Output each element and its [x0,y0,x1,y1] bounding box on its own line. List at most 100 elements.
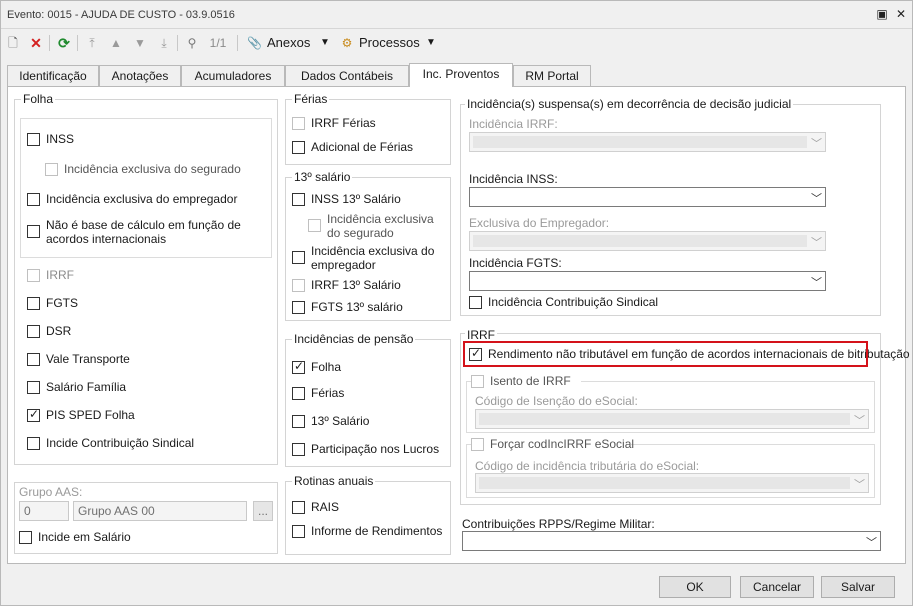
isento-checkbox[interactable]: Isento de IRRF [471,374,581,390]
previous-record-icon[interactable]: ▲ [107,33,125,53]
grupo-aas-group: Grupo AAS: 0 Grupo AAS 00 ... Incide em … [14,482,278,554]
fgts-checkbox[interactable]: FGTS [27,296,227,312]
rpps-dropdown[interactable]: ﹀ [462,531,881,551]
judicial-group: Incidência(s) suspensa(s) em decorrência… [460,97,881,316]
irrf-title: IRRF [465,328,497,342]
rotinas-title: Rotinas anuais [292,474,376,488]
ferias-title: Férias [292,92,330,106]
forcar-checkbox[interactable]: Forçar codIncIRRF eSocial [471,437,634,453]
chevron-down-icon: ﹀ [854,415,865,427]
vale-transporte-checkbox[interactable]: Vale Transporte [27,352,227,368]
inss-13-checkbox[interactable]: INSS 13º Salário [292,192,442,208]
pensao-folha-checkbox[interactable]: Folha [292,359,442,376]
isento-subgroup: Isento de IRRF Código de Isenção do eSoc… [466,374,875,433]
fgts-13-checkbox[interactable]: FGTS 13º salário [292,300,442,316]
incide-contrib-sindical-checkbox[interactable]: Incide Contribuição Sindical [27,436,247,452]
irrf-ferias-checkbox[interactable]: IRRF Férias [292,116,442,132]
folha-group: Folha INSS Incidência exclusiva do segur… [14,92,278,465]
tab-inc-proventos[interactable]: Inc. Proventos [409,63,513,87]
tab-identificacao[interactable]: Identificação [7,65,99,87]
dsr-checkbox[interactable]: DSR [27,324,227,340]
decimo-inc-excl-segurado-checkbox[interactable]: Incidência exclusiva do segurado [308,212,448,242]
binoculars-icon[interactable]: ⚲ [183,33,201,53]
inc-exclusiva-segurado-checkbox[interactable]: Incidência exclusiva do segurado [45,162,265,178]
pis-sped-checkbox[interactable]: PIS SPED Folha [27,407,227,424]
chevron-down-icon: ﹀ [854,479,865,491]
decimo-title: 13º salário [292,170,353,184]
inc-inss-dropdown[interactable]: ﹀ [469,187,826,207]
chevron-down-icon: ﹀ [811,193,822,205]
forcar-subgroup: Forçar codIncIRRF eSocial Código de inci… [466,437,875,498]
paperclip-icon: 📎 [247,36,262,50]
grupo-aas-lookup-button[interactable]: ... [253,501,273,521]
inc-irrf-label: Incidência IRRF: [469,117,558,131]
folha-title: Folha [21,92,56,106]
rais-checkbox[interactable]: RAIS [292,500,442,516]
next-record-icon[interactable]: ▼ [131,33,149,53]
tab-dados-contabeis[interactable]: Dados Contábeis [285,65,409,87]
restore-icon[interactable]: ▣ [874,6,890,22]
pensao-ferias-checkbox[interactable]: Férias [292,386,442,402]
judicial-title: Incidência(s) suspensa(s) em decorrência… [465,97,794,111]
inc-inss-label: Incidência INSS: [469,172,558,186]
cod-isencao-label: Código de Isenção do eSocial: [475,394,638,408]
gears-icon: ⚙ [341,36,353,50]
first-record-icon[interactable]: ⤒ [83,33,101,53]
rpps-label: Contribuições RPPS/Regime Militar: [462,517,655,531]
highlight-box [463,341,868,367]
chevron-down-icon[interactable]: ▼ [425,33,437,53]
pensao-decimo-checkbox[interactable]: 13º Salário [292,414,442,430]
salario-familia-checkbox[interactable]: Salário Família [27,380,227,396]
save-button[interactable]: Salvar [821,576,895,598]
tab-anotacoes[interactable]: Anotações [99,65,181,87]
tab-rm-portal[interactable]: RM Portal [513,65,591,87]
inc-fgts-label: Incidência FGTS: [469,256,562,270]
informe-rendimentos-checkbox[interactable]: Informe de Rendimentos [292,524,448,540]
excl-empregador-label: Exclusiva do Empregador: [469,216,610,230]
toolbar: 🗋 ✕ ⟳ ⤒ ▲ ▼ ⤓ ⚲ 1/1 📎 Anexos ▼ ⚙ Process… [1,29,912,57]
irrf-checkbox[interactable]: IRRF [27,268,227,284]
chevron-down-icon[interactable]: ▼ [319,33,331,53]
pensao-plr-checkbox[interactable]: Participação nos Lucros [292,442,448,458]
cod-incidencia-label: Código de incidência tributária do eSoci… [475,459,700,473]
irrf-group: IRRF Rendimento não tributável em função… [460,328,910,505]
inc-irrf-dropdown[interactable]: ﹀ [469,132,826,152]
pensao-title: Incidências de pensão [292,332,416,346]
pensao-group: Incidências de pensão Folha Férias 13º S… [285,332,451,467]
nao-base-checkbox[interactable]: Não é base de cálculo em função de acord… [27,218,267,250]
ok-button[interactable]: OK [659,576,731,598]
anexos-button[interactable]: Anexos [267,33,317,53]
inc-exclusiva-empregador-checkbox[interactable]: Incidência exclusiva do empregador [27,192,267,208]
processos-button[interactable]: Processos [359,33,423,53]
title-bar: Evento: 0015 - AJUDA DE CUSTO - 03.9.051… [1,1,912,29]
incide-salario-checkbox[interactable]: Incide em Salário [19,530,219,546]
last-record-icon[interactable]: ⤓ [155,33,173,53]
refresh-icon[interactable]: ⟳ [55,33,73,53]
inc-contrib-sindical-checkbox[interactable]: Incidência Contribuição Sindical [469,295,719,311]
grupo-aas-name-field[interactable]: Grupo AAS 00 [73,501,247,521]
delete-icon[interactable]: ✕ [27,33,45,53]
rotinas-group: Rotinas anuais RAIS Informe de Rendiment… [285,474,451,555]
tab-panel: Folha INSS Incidência exclusiva do segur… [7,86,910,564]
grupo-aas-code-field[interactable]: 0 [19,501,69,521]
cod-isencao-dropdown[interactable]: ﹀ [475,409,869,429]
excl-empregador-dropdown[interactable]: ﹀ [469,231,826,251]
decimo-group: 13º salário INSS 13º Salário Incidência … [285,170,451,321]
adicional-ferias-checkbox[interactable]: Adicional de Férias [292,140,442,156]
close-icon[interactable]: ✕ [893,6,909,22]
inss-checkbox[interactable]: INSS [27,132,227,148]
record-counter: 1/1 [209,36,227,50]
chevron-down-icon: ﹀ [811,138,822,150]
chevron-down-icon: ﹀ [866,537,877,549]
tab-acumuladores[interactable]: Acumuladores [181,65,285,87]
cancel-button[interactable]: Cancelar [740,576,814,598]
cod-incidencia-dropdown[interactable]: ﹀ [475,473,869,493]
grupo-aas-label: Grupo AAS: [19,485,83,499]
inc-fgts-dropdown[interactable]: ﹀ [469,271,826,291]
irrf-13-checkbox[interactable]: IRRF 13º Salário [292,278,442,294]
new-document-icon[interactable]: 🗋 [5,33,21,53]
dialog-window: Evento: 0015 - AJUDA DE CUSTO - 03.9.051… [0,0,913,606]
decimo-inc-excl-empregador-checkbox[interactable]: Incidência exclusiva do empregador [292,244,448,274]
window-title: Evento: 0015 - AJUDA DE CUSTO - 03.9.051… [7,9,235,21]
chevron-down-icon: ﹀ [811,237,822,249]
